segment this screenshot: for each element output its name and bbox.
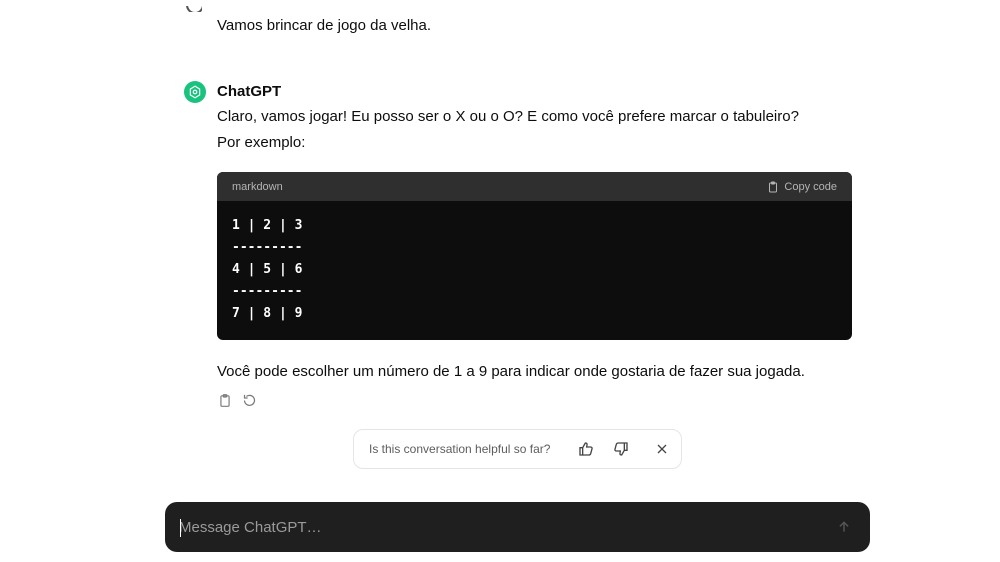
copy-code-label: Copy code [784, 180, 837, 193]
user-message: Vamos brincar de jogo da velha. [217, 17, 432, 34]
code-line: 7 | 8 | 9 [232, 306, 303, 321]
regenerate-icon[interactable] [241, 392, 257, 408]
thumbs-down-icon[interactable] [610, 438, 632, 460]
chatgpt-logo-icon [184, 81, 206, 103]
close-icon[interactable] [651, 438, 673, 460]
send-button[interactable] [832, 515, 856, 539]
code-block-header: markdown Copy code [217, 172, 852, 201]
code-line: 4 | 5 | 6 [232, 262, 303, 277]
code-language-label: markdown [232, 180, 283, 193]
text-caret [180, 519, 181, 537]
thumbs-up-icon[interactable] [575, 438, 597, 460]
feedback-bar: Is this conversation helpful so far? [353, 429, 682, 469]
code-content: 1 | 2 | 3 --------- 4 | 5 | 6 --------- 7 | … [217, 201, 852, 339]
clipboard-icon[interactable] [217, 392, 233, 408]
arrow-up-icon [839, 521, 849, 532]
code-line: --------- [232, 240, 303, 255]
code-line: 1 | 2 | 3 [232, 218, 303, 233]
code-line: --------- [232, 284, 303, 299]
message-actions [217, 392, 257, 408]
assistant-intro-text: Claro, vamos jogar! Eu posso ser o X ou … [217, 108, 799, 151]
assistant-outro-text: Você pode escolher um número de 1 a 9 pa… [217, 363, 805, 380]
user-avatar [186, 6, 202, 12]
message-input[interactable] [179, 502, 819, 552]
assistant-name: ChatGPT [217, 83, 282, 100]
copy-code-button[interactable]: Copy code [767, 181, 837, 193]
feedback-question: Is this conversation helpful so far? [369, 442, 551, 456]
message-composer [165, 502, 870, 552]
clipboard-icon [769, 181, 778, 192]
code-block: markdown Copy code 1 | 2 | 3 --------- 4 |… [217, 172, 852, 340]
